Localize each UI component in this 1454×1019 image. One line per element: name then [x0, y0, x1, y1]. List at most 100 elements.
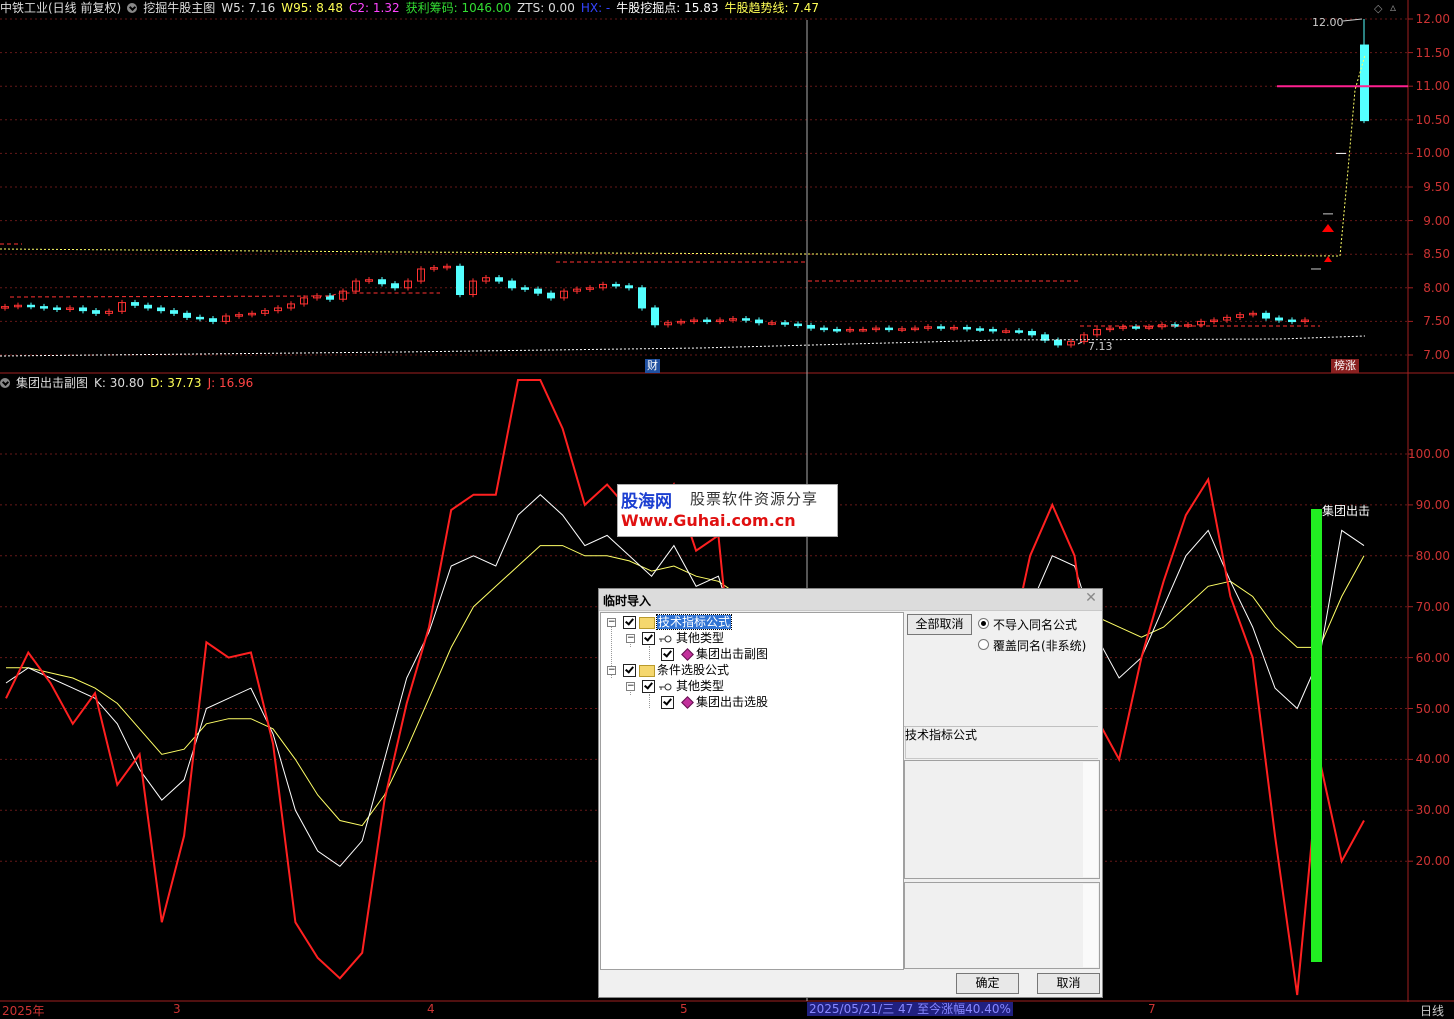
radio-skip-label[interactable]: 不导入同名公式 [993, 616, 1077, 633]
collapse-toggle-icon[interactable]: − [607, 618, 616, 627]
candle-body [378, 279, 386, 285]
time-label-5: 5 [680, 1002, 688, 1016]
collapse-toggle-icon[interactable]: − [626, 682, 635, 691]
folder-icon [639, 665, 655, 677]
collapse-toggle-icon[interactable]: − [626, 634, 635, 643]
candle-body [170, 310, 178, 314]
dialog-title: 临时导入 [603, 594, 652, 608]
candle-body [742, 318, 750, 321]
candle-body [963, 326, 971, 330]
dialog-titlebar[interactable]: 临时导入 ✕ [599, 589, 1102, 611]
candle-body [781, 322, 789, 325]
tree-label-screen-formula[interactable]: 集团出击选股 [696, 694, 768, 710]
candle-body [1015, 330, 1023, 333]
stock-name: 中铁工业(日线 前复权) [0, 1, 122, 15]
osc-tick-label: 80.00 [1415, 548, 1450, 563]
checkbox-checked[interactable] [623, 664, 636, 677]
tree-label-tech-indicators[interactable]: 技术指标公式 [655, 614, 733, 630]
scrollbar[interactable] [1083, 884, 1098, 967]
w5-value: W5: 7.16 [221, 1, 276, 15]
candle-body [1054, 339, 1062, 346]
sub-indicator-toggle-icon[interactable] [0, 378, 10, 388]
more-icon[interactable]: ▵ [1390, 0, 1396, 14]
osc-tick-label: 40.00 [1415, 752, 1450, 767]
sub-indicator-name[interactable]: 集团出击副图 [16, 376, 88, 390]
formula-tree[interactable]: − 技术指标公式 − 其他类型 集团出击副图 − 条件选股公式 − 其他类型 集… [600, 612, 904, 970]
d-value: D: 37.73 [150, 376, 202, 390]
candle-body [183, 312, 191, 318]
candle-body [755, 319, 763, 324]
candle-body [989, 328, 997, 332]
candle-body [1288, 319, 1296, 323]
section-label: 技术指标公式 [905, 728, 978, 742]
osc-tick-label: 90.00 [1415, 497, 1450, 512]
signal-label: 集团出击 [1322, 504, 1371, 518]
checkbox-checked[interactable] [661, 696, 674, 709]
lower-band [0, 335, 1366, 357]
main-chart-header: 中铁工业(日线 前复权) 挖掘牛股主图 W5: 7.16 W95: 8.48 C2: 1… [0, 0, 825, 16]
tree-label-screening[interactable]: 条件选股公式 [657, 662, 729, 678]
tree-label-other-type-2[interactable]: 其他类型 [676, 678, 724, 694]
candle-body [937, 326, 945, 329]
checkbox-checked[interactable] [642, 680, 655, 693]
candle-body [820, 327, 828, 331]
mid-line [9, 292, 440, 298]
buy-signal-icon [1324, 256, 1332, 262]
buy-signal-icon [1322, 224, 1334, 232]
candle-body [794, 323, 802, 327]
tree-label-other-type-1[interactable]: 其他类型 [676, 630, 724, 646]
candle-body [1028, 330, 1036, 336]
collapse-toggle-icon[interactable]: − [607, 666, 616, 675]
period-label[interactable]: 日线 [1420, 1002, 1444, 1019]
price-tick-label: 10.50 [1415, 112, 1450, 127]
diamond-icon[interactable]: ◇ [1374, 2, 1382, 15]
sub-chart-header: 集团出击副图 K: 30.80 D: 37.73 J: 16.96 [0, 375, 259, 391]
dig-point-value: 牛股挖掘点: 15.83 [616, 1, 719, 15]
description-box[interactable] [904, 760, 1100, 879]
low-price-label: 7.13 [1088, 340, 1113, 353]
formula-icon [681, 696, 694, 709]
price-tick-label: 12.00 [1415, 12, 1450, 26]
candle-body [196, 316, 204, 320]
radio-overwrite[interactable] [978, 639, 989, 650]
low-price-pointer [1077, 341, 1083, 345]
close-icon[interactable]: ✕ [1084, 590, 1098, 606]
candle-body [521, 287, 529, 290]
time-label-year: 2025年 [2, 1004, 45, 1018]
checkbox-checked[interactable] [623, 616, 636, 629]
candle-body [625, 285, 633, 289]
candle-body [1132, 326, 1140, 329]
indicator-toggle-icon[interactable] [127, 3, 138, 13]
radio-skip-duplicate[interactable] [978, 618, 989, 629]
k-value: K: 30.80 [94, 376, 145, 390]
finance-badge[interactable]: 财 [645, 359, 660, 373]
candle-body [92, 310, 100, 314]
main-indicator-name[interactable]: 挖掘牛股主图 [143, 1, 215, 15]
cancel-button[interactable]: 取消 [1037, 973, 1100, 994]
folder-icon [639, 617, 655, 629]
uncheck-all-button[interactable]: 全部取消 [907, 614, 972, 635]
osc-tick-label: 70.00 [1415, 599, 1450, 614]
price-tick-label: 9.50 [1423, 180, 1450, 194]
radio-overwrite-label[interactable]: 覆盖同名(非系统) [993, 637, 1086, 654]
candle-body [508, 280, 516, 289]
time-label-7: 7 [1148, 1002, 1156, 1016]
candle-body [547, 292, 555, 299]
checkbox-checked[interactable] [661, 648, 674, 661]
trend-line-value: 牛股趋势线: 7.47 [724, 1, 820, 15]
import-dialog[interactable]: 临时导入 ✕ − 技术指标公式 − 其他类型 集团出击副图 − 条件选股公式 −… [598, 588, 1103, 998]
candle-body [534, 288, 542, 294]
price-tick-label: 7.50 [1423, 314, 1450, 329]
price-tick-label: 8.00 [1423, 280, 1450, 295]
price-tick-label: 9.00 [1423, 213, 1450, 228]
osc-tick-label: 20.00 [1415, 854, 1450, 869]
ranking-badge[interactable]: 榜涨 [1331, 359, 1359, 373]
upper-band [0, 248, 1341, 257]
j-value: J: 16.96 [207, 376, 254, 390]
tree-label-sub-indicator[interactable]: 集团出击副图 [696, 646, 768, 662]
ok-button[interactable]: 确定 [956, 973, 1019, 994]
osc-tick-label: 50.00 [1415, 701, 1450, 716]
scrollbar[interactable] [1083, 762, 1098, 877]
checkbox-checked[interactable] [642, 632, 655, 645]
params-box[interactable] [904, 882, 1100, 969]
